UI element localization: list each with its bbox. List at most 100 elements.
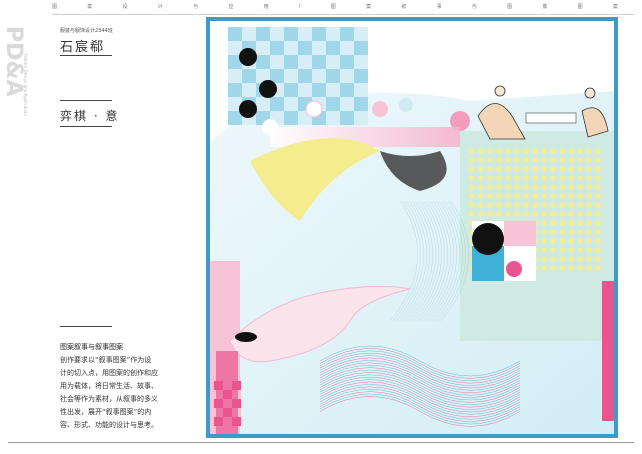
yellow-dot [514, 202, 520, 208]
yellow-dot [514, 157, 520, 163]
checker-cell [326, 27, 340, 41]
checker-cell [270, 27, 284, 41]
checker-cell [228, 111, 242, 125]
checker-cell [228, 83, 242, 97]
checker-cell [340, 97, 354, 111]
yellow-dot [568, 265, 574, 271]
yellow-dot [523, 184, 529, 190]
checker-cell [242, 83, 256, 97]
yellow-dot [568, 247, 574, 253]
checker-cell [354, 41, 368, 55]
yellow-dot [487, 175, 493, 181]
course-label: 服装与服饰设计2344班 [60, 28, 113, 34]
checker-cell [256, 27, 270, 41]
yellow-dot [541, 175, 547, 181]
yellow-dot [586, 193, 592, 199]
yellow-dot [559, 148, 565, 154]
logo-subtitle: Pattern Design and Application [23, 54, 28, 116]
yellow-dot [595, 184, 601, 190]
yellow-dot [505, 148, 511, 154]
header-nav-char: / [298, 3, 301, 9]
checker-cell [256, 55, 270, 69]
checker-cell [326, 83, 340, 97]
yellow-dot [541, 220, 547, 226]
header-nav-char: 计 [157, 4, 163, 10]
checker-cell [326, 55, 340, 69]
yellow-dot [550, 229, 556, 235]
black-stone [259, 80, 277, 98]
yellow-dot [496, 148, 502, 154]
yellow-dot [568, 229, 574, 235]
yellow-dot [577, 202, 583, 208]
yellow-dot [514, 184, 520, 190]
player-head [584, 87, 596, 99]
yellow-dot [586, 166, 592, 172]
yellow-dot [595, 211, 601, 217]
checker-cell [284, 97, 298, 111]
yellow-dot [550, 256, 556, 262]
checker-cell [298, 83, 312, 97]
yellow-dot [559, 184, 565, 190]
yellow-dot [586, 202, 592, 208]
yellow-dot [478, 148, 484, 154]
yellow-dot [550, 202, 556, 208]
header-nav-char: 图 [52, 4, 58, 10]
artwork-frame [206, 17, 618, 438]
yellow-dot [595, 220, 601, 226]
yellow-dot [523, 157, 529, 163]
header-nav-char: 案 [612, 4, 618, 10]
pink-block [504, 221, 536, 246]
bottom-rule [8, 442, 634, 443]
description-title: 图案叙事与叙事图案 [60, 343, 123, 351]
header-nav: 图 案 设 计 与 应 用 / 图 案 叙 事 与 图 像 图 案 [52, 3, 618, 10]
yellow-dot [469, 184, 475, 190]
checker-cell [270, 69, 284, 83]
author-underline [60, 55, 112, 56]
yellow-dot [487, 157, 493, 163]
yellow-dot [577, 220, 583, 226]
checker-cell [312, 27, 326, 41]
title-underline [60, 126, 112, 127]
yellow-dot [586, 265, 592, 271]
yellow-dot [550, 148, 556, 154]
checker-cell [228, 69, 242, 83]
yellow-dot [541, 184, 547, 190]
checker-cell [340, 83, 354, 97]
right-pink-stripe [602, 281, 614, 421]
checker-cell [228, 41, 242, 55]
checker-cell [284, 55, 298, 69]
yellow-dot [523, 202, 529, 208]
yellow-dot [586, 247, 592, 253]
yellow-dot [586, 229, 592, 235]
yellow-dot [514, 193, 520, 199]
yellow-dot [568, 238, 574, 244]
checker-cell [354, 111, 368, 125]
yellow-dot [577, 157, 583, 163]
yellow-dot [550, 211, 556, 217]
header-nav-char: 用 [263, 4, 269, 10]
header-nav-char: 案 [366, 4, 372, 10]
yellow-dot [487, 193, 493, 199]
yellow-dot [559, 220, 565, 226]
yellow-dot [541, 193, 547, 199]
brand-logo: PD&A Pattern Design and Application [1, 26, 28, 116]
header-nav-char: 图 [507, 4, 513, 10]
checker-cell [298, 41, 312, 55]
yellow-dot [568, 193, 574, 199]
yellow-dot [568, 166, 574, 172]
black-stone [239, 48, 257, 66]
yellow-dot [568, 157, 574, 163]
yellow-dot [469, 148, 475, 154]
description-line: 社会等作为素材，从叙事的多义 [60, 395, 158, 403]
yellow-dot [568, 256, 574, 262]
yellow-dot [550, 175, 556, 181]
checker-cell [340, 69, 354, 83]
checker-cell [284, 111, 298, 125]
yellow-dot [568, 175, 574, 181]
description-body: 创作要求以“叙事图案”作为设 计的切入点，用图案的创作和应 用为载体，将日常生活… [60, 354, 210, 432]
yellow-dot [568, 148, 574, 154]
yellow-dot [559, 175, 565, 181]
yellow-dot [514, 211, 520, 217]
description-line: 性出发，展开“叙事图案”的内 [60, 408, 152, 416]
yellow-dot [577, 229, 583, 235]
